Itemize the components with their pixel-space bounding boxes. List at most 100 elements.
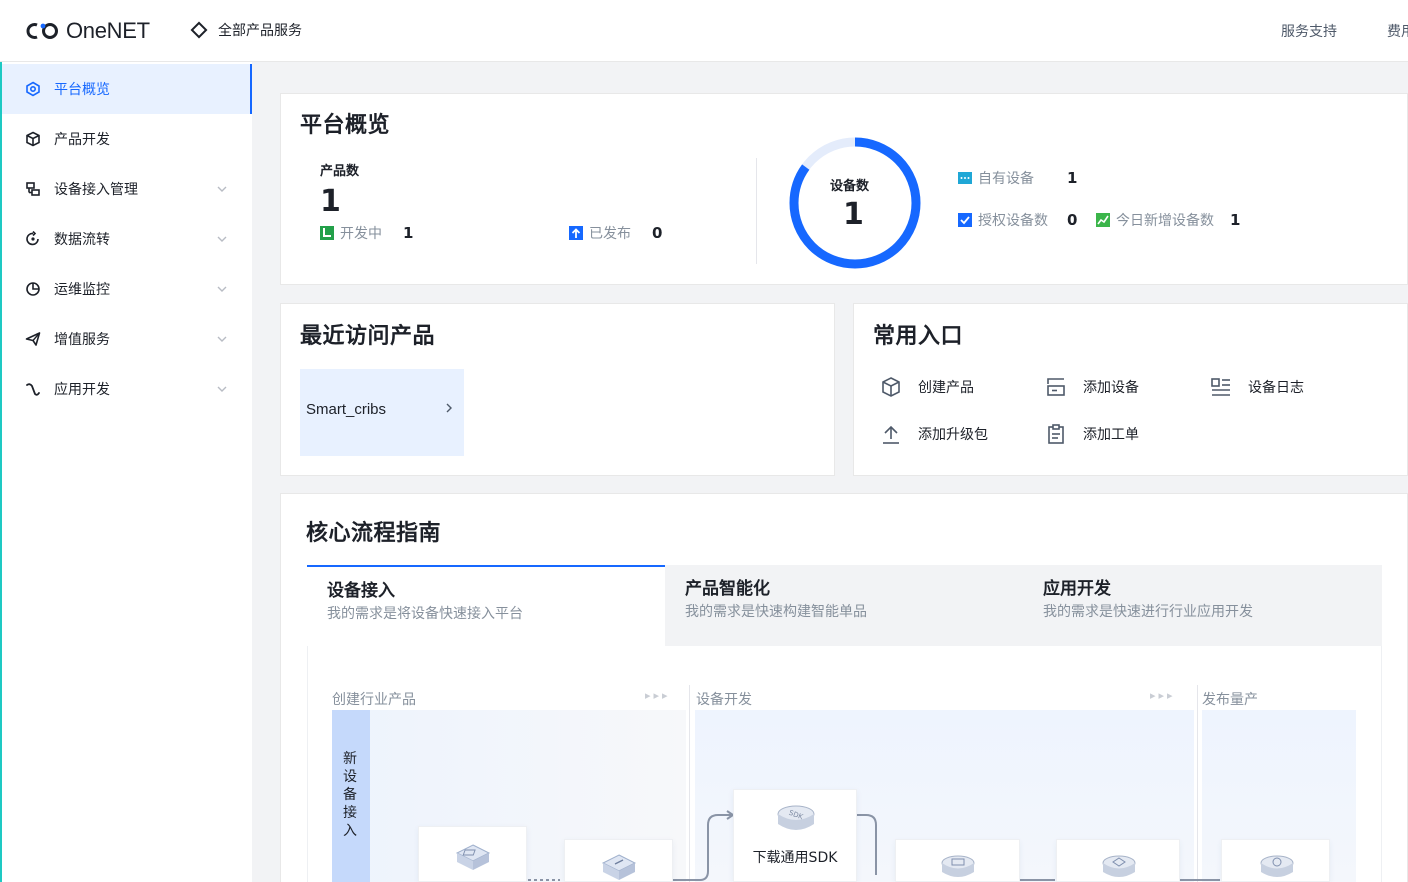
billing-link[interactable]: 费用 bbox=[1387, 21, 1408, 41]
all-products-menu[interactable]: 全部产品服务 bbox=[190, 20, 302, 40]
tab-subtitle: 我的需求是快速进行行业应用开发 bbox=[1043, 604, 1253, 620]
own-devices-count: 1 bbox=[1067, 169, 1078, 187]
sidebar-item-label: 设备接入管理 bbox=[54, 182, 138, 198]
sidebar-item-data-flow[interactable]: 数据流转 bbox=[2, 214, 252, 264]
new-today-group: 今日新增设备数 bbox=[1096, 210, 1214, 230]
add-ticket-entry[interactable]: 添加工单 bbox=[1045, 423, 1139, 445]
entry-label: 添加升级包 bbox=[918, 427, 988, 443]
developing-label-group: 开发中 bbox=[320, 223, 382, 243]
own-devices-group: 自有设备 bbox=[958, 168, 1034, 188]
product-count-label: 产品数 bbox=[320, 164, 360, 179]
product-cube-icon bbox=[455, 844, 491, 870]
chevron-down-icon bbox=[217, 286, 227, 292]
published-count: 0 bbox=[652, 224, 663, 242]
logo-text: OneNET bbox=[66, 18, 150, 43]
device-count-value: 1 bbox=[843, 197, 864, 232]
overview-title: 平台概览 bbox=[300, 113, 391, 138]
tab-device-access[interactable]: 设备接入 我的需求是将设备快速接入平台 bbox=[307, 565, 665, 646]
debug-cube-icon bbox=[1102, 855, 1136, 877]
overview-icon bbox=[25, 81, 41, 97]
published-label-group: 已发布 bbox=[569, 223, 631, 243]
sidebar-item-label: 产品开发 bbox=[54, 132, 110, 148]
stage-label-create: 创建行业产品 bbox=[332, 692, 416, 708]
onenet-logo-icon bbox=[26, 23, 58, 39]
step-box-define-model[interactable] bbox=[564, 839, 673, 882]
new-today-count: 1 bbox=[1230, 211, 1241, 229]
tab-app-development[interactable]: 应用开发 我的需求是快速进行行业应用开发 bbox=[1023, 565, 1382, 646]
device-cube-icon bbox=[941, 855, 975, 877]
chevron-down-icon bbox=[217, 236, 227, 242]
service-support-link[interactable]: 服务支持 bbox=[1281, 21, 1337, 41]
sdk-icon: SDK bbox=[777, 805, 815, 830]
published-label: 已发布 bbox=[589, 226, 631, 242]
add-device-entry[interactable]: 添加设备 bbox=[1045, 376, 1139, 398]
clipboard-icon bbox=[1048, 424, 1064, 444]
publish-cube-icon bbox=[1260, 855, 1294, 877]
step-box-create-product[interactable] bbox=[418, 826, 527, 882]
step-box-download-sdk[interactable]: SDK 下载通用SDK bbox=[733, 789, 857, 882]
own-devices-icon bbox=[958, 172, 972, 184]
onenet-logo[interactable]: OneNET bbox=[26, 18, 150, 44]
stage-label-device-dev: 设备开发 bbox=[696, 692, 752, 708]
create-product-entry[interactable]: 创建产品 bbox=[880, 376, 974, 398]
developing-label: 开发中 bbox=[340, 226, 382, 242]
sidebar-item-label: 应用开发 bbox=[54, 382, 110, 398]
stage-dots: ▸▸▸ bbox=[1150, 689, 1176, 702]
developing-icon bbox=[320, 226, 334, 240]
device-access-icon bbox=[25, 181, 41, 197]
add-upgrade-package-entry[interactable]: 添加升级包 bbox=[880, 423, 988, 445]
log-icon bbox=[1211, 378, 1230, 396]
entry-label: 添加设备 bbox=[1083, 380, 1139, 396]
sidebar-item-overview[interactable]: 平台概览 bbox=[2, 64, 252, 114]
data-flow-icon bbox=[25, 231, 41, 247]
sidebar: 平台概览 产品开发 设备接入管理 数据流转 运维监控 增值服务 应用开发 bbox=[0, 62, 252, 882]
app-dev-icon bbox=[25, 381, 41, 397]
entry-label: 添加工单 bbox=[1083, 427, 1139, 443]
authorized-devices-group: 授权设备数 bbox=[958, 210, 1048, 230]
sidebar-item-product-dev[interactable]: 产品开发 bbox=[2, 114, 252, 164]
recent-product-tile[interactable]: Smart_cribs bbox=[300, 369, 464, 456]
step-box-publish[interactable] bbox=[1221, 839, 1330, 882]
sidebar-item-label: 数据流转 bbox=[54, 232, 110, 248]
sidebar-item-ops-monitor[interactable]: 运维监控 bbox=[2, 264, 252, 314]
step-label-download-sdk: 下载通用SDK bbox=[752, 850, 838, 866]
recent-product-name: Smart_cribs bbox=[306, 401, 387, 418]
tab-title: 应用开发 bbox=[1043, 579, 1111, 599]
stage-label-publish: 发布量产 bbox=[1202, 692, 1258, 708]
all-products-label: 全部产品服务 bbox=[218, 23, 302, 39]
cube-icon bbox=[25, 131, 41, 147]
authorized-devices-label: 授权设备数 bbox=[978, 213, 1048, 229]
new-today-label: 今日新增设备数 bbox=[1116, 213, 1214, 229]
pie-chart-icon bbox=[25, 281, 41, 297]
sidebar-item-app-dev[interactable]: 应用开发 bbox=[2, 364, 252, 414]
diamond-icon bbox=[190, 21, 208, 39]
entry-label: 设备日志 bbox=[1248, 380, 1304, 396]
tab-title: 产品智能化 bbox=[685, 579, 770, 599]
sidebar-item-label: 增值服务 bbox=[54, 332, 110, 348]
product-count-value: 1 bbox=[320, 184, 341, 219]
core-guide-title: 核心流程指南 bbox=[306, 521, 442, 546]
authorized-devices-count: 0 bbox=[1067, 211, 1078, 229]
quick-entry-title: 常用入口 bbox=[873, 324, 964, 349]
chevron-down-icon bbox=[217, 386, 227, 392]
stage-dots: ▸▸▸ bbox=[645, 689, 671, 702]
top-header: OneNET 全部产品服务 服务支持 费用 bbox=[0, 0, 1408, 62]
chevron-right-icon bbox=[446, 403, 452, 413]
step-box-online-debug[interactable] bbox=[1056, 839, 1180, 882]
own-devices-label: 自有设备 bbox=[978, 171, 1034, 187]
published-icon bbox=[569, 226, 583, 240]
tab-subtitle: 我的需求是快速构建智能单品 bbox=[685, 604, 867, 620]
sidebar-item-device-access[interactable]: 设备接入管理 bbox=[2, 164, 252, 214]
step-box-device-debug[interactable] bbox=[895, 839, 1020, 882]
sidebar-item-label: 平台概览 bbox=[54, 82, 110, 98]
paper-plane-icon bbox=[25, 331, 41, 347]
chevron-down-icon bbox=[217, 336, 227, 342]
checkbox-icon bbox=[958, 213, 972, 227]
overview-divider bbox=[756, 158, 757, 264]
tab-title: 设备接入 bbox=[327, 581, 395, 601]
device-count-label: 设备数 bbox=[830, 179, 870, 194]
device-log-entry[interactable]: 设备日志 bbox=[1210, 376, 1304, 398]
sidebar-item-value-added[interactable]: 增值服务 bbox=[2, 314, 252, 364]
tab-product-intelligence[interactable]: 产品智能化 我的需求是快速构建智能单品 bbox=[665, 565, 1023, 646]
tab-subtitle: 我的需求是将设备快速接入平台 bbox=[327, 606, 523, 622]
